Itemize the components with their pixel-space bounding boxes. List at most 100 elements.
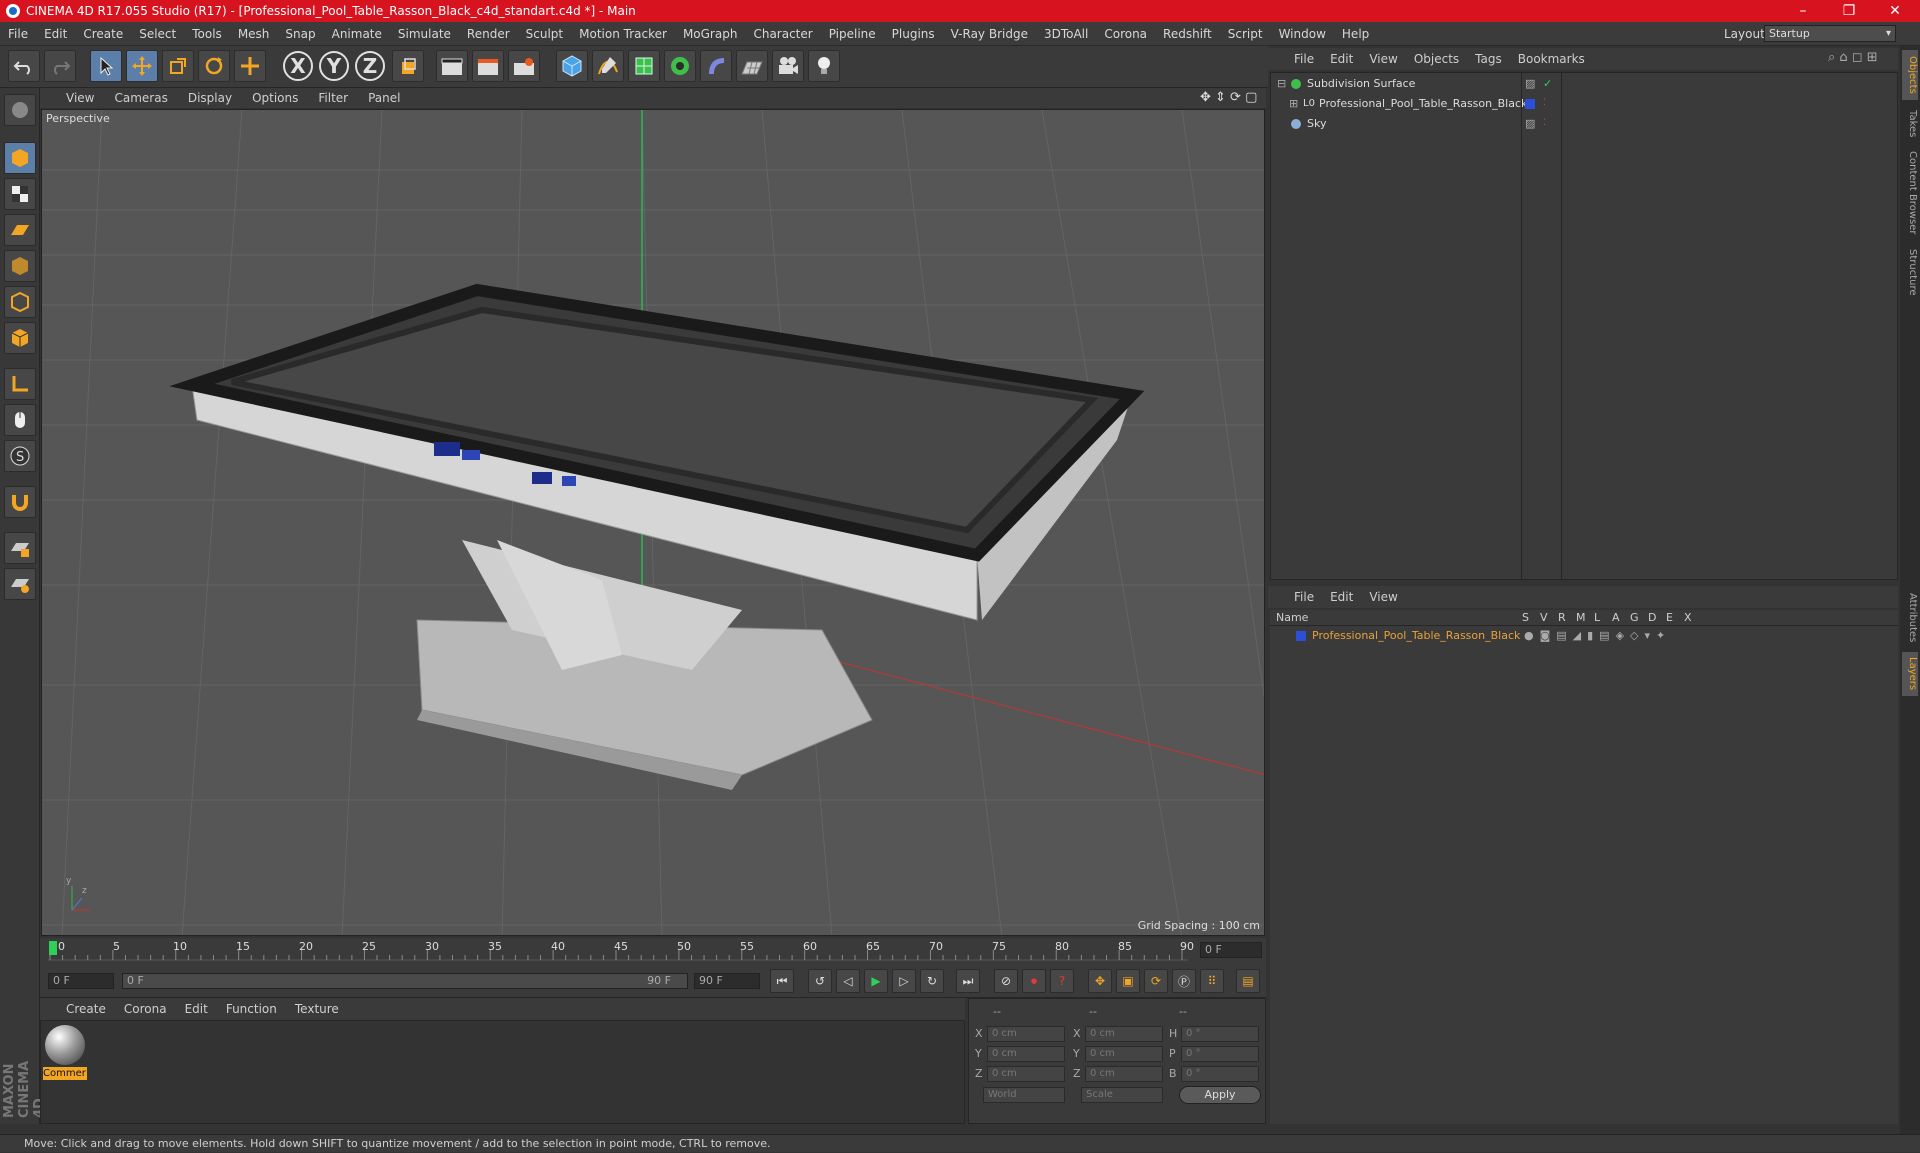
record-active-button[interactable]: ⏺	[1022, 969, 1046, 993]
menu-help[interactable]: Help	[1334, 27, 1377, 41]
cloner-button[interactable]	[664, 50, 696, 82]
menu-edit[interactable]: Edit	[36, 27, 75, 41]
lock-z-axis-button[interactable]: Z	[354, 50, 386, 82]
rotate-tool-button[interactable]	[198, 50, 230, 82]
expand-icon[interactable]: ⊞	[1289, 94, 1298, 113]
live-selection-button[interactable]	[90, 50, 122, 82]
tab-content-browser[interactable]: Content Browser	[1902, 148, 1918, 238]
layer-color-swatch[interactable]	[1525, 99, 1535, 109]
object-menu-tags[interactable]: Tags	[1467, 52, 1510, 66]
menu-file[interactable]: File	[0, 27, 36, 41]
menu-animate[interactable]: Animate	[324, 27, 390, 41]
timeline-window-button[interactable]: ▤	[1236, 969, 1260, 993]
minimize-button[interactable]: –	[1780, 0, 1826, 22]
grid-lock-button[interactable]	[4, 532, 36, 564]
tab-structure[interactable]: Structure	[1902, 242, 1918, 302]
column-animation[interactable]: A	[1612, 611, 1620, 624]
render-settings-button[interactable]	[508, 50, 540, 82]
next-frame-button[interactable]: ▷	[892, 969, 916, 993]
transform-tool-button[interactable]	[234, 50, 266, 82]
size-z-field[interactable]: 0 cm	[1085, 1066, 1163, 1082]
subdivision-surface-button[interactable]	[628, 50, 660, 82]
viewport-menu-display[interactable]: Display	[178, 91, 242, 105]
rotation-p-field[interactable]: 0 °	[1181, 1046, 1259, 1062]
previous-frame-button[interactable]: ◁	[836, 969, 860, 993]
move-tool-button[interactable]	[126, 50, 158, 82]
start-frame-field[interactable]: 0 F	[48, 973, 114, 989]
object-name[interactable]: Subdivision Surface	[1307, 74, 1415, 93]
menu-window[interactable]: Window	[1271, 27, 1334, 41]
go-to-end-button[interactable]: ⏭	[956, 969, 980, 993]
key-scale-button[interactable]: ▣	[1116, 969, 1140, 993]
column-manager[interactable]: M	[1576, 611, 1586, 624]
axis-mode-button[interactable]	[4, 368, 36, 400]
end-frame-field[interactable]: 90 F	[694, 973, 760, 989]
menu-motion-tracker[interactable]: Motion Tracker	[571, 27, 675, 41]
viewport-menu-view[interactable]: View	[40, 91, 104, 105]
light-button[interactable]	[808, 50, 840, 82]
lock-x-axis-button[interactable]: X	[282, 50, 314, 82]
tab-objects[interactable]: Objects	[1902, 50, 1918, 100]
apply-button[interactable]: Apply	[1179, 1086, 1261, 1104]
layer-slot-icon[interactable]: ▨	[1525, 74, 1535, 93]
column-generators[interactable]: G	[1630, 611, 1639, 624]
visibility-dots-icon[interactable]: ⁚	[1543, 114, 1546, 133]
menu-tools[interactable]: Tools	[184, 27, 230, 41]
snap-button[interactable]: S	[4, 440, 36, 472]
viewport-menu-panel[interactable]: Panel	[358, 91, 410, 105]
material-menu-function[interactable]: Function	[217, 1002, 286, 1016]
menu-script[interactable]: Script	[1220, 27, 1271, 41]
collapse-icon[interactable]: ⊟	[1277, 74, 1286, 93]
menu-sculpt[interactable]: Sculpt	[518, 27, 571, 41]
visibility-dots-icon[interactable]: ⁚	[1543, 94, 1546, 113]
menu-redshift[interactable]: Redshift	[1155, 27, 1220, 41]
key-parameter-button[interactable]: Ⓟ	[1172, 969, 1196, 993]
column-expressions[interactable]: E	[1666, 611, 1673, 624]
size-mode-select[interactable]: Scale	[1081, 1087, 1163, 1103]
object-menu-objects[interactable]: Objects	[1406, 52, 1467, 66]
viewport-menu-options[interactable]: Options	[242, 91, 308, 105]
current-frame-field[interactable]: 0 F	[1200, 942, 1262, 958]
object-menu-bookmarks[interactable]: Bookmarks	[1510, 52, 1593, 66]
tab-layers[interactable]: Layers	[1902, 652, 1918, 696]
column-deformers[interactable]: D	[1648, 611, 1656, 624]
lock-y-axis-button[interactable]: Y	[318, 50, 350, 82]
viewport-menu-filter[interactable]: Filter	[308, 91, 358, 105]
points-mode-button[interactable]	[4, 250, 36, 282]
menu-snap[interactable]: Snap	[277, 27, 323, 41]
layout-select[interactable]: Startup	[1764, 25, 1896, 42]
redo-button[interactable]	[44, 50, 76, 82]
workplane-mode-button[interactable]	[4, 214, 36, 246]
maximize-button[interactable]: ❐	[1826, 0, 1872, 22]
object-manager-search-icon[interactable]: ⌕ ⌂ ◻ ⊞	[1828, 50, 1878, 65]
key-position-button[interactable]: ✥	[1088, 969, 1112, 993]
layer-row[interactable]: Professional_Pool_Table_Rasson_Black ●◙▤…	[1270, 626, 1896, 645]
layer-menu-edit[interactable]: Edit	[1322, 590, 1361, 604]
edges-mode-button[interactable]	[4, 286, 36, 318]
timeline-ruler[interactable]: 0 5 10 15 20 25 30 35 40 45 50 55 60 65 …	[40, 938, 1266, 964]
close-button[interactable]: ✕	[1872, 0, 1918, 22]
render-picture-viewer-button[interactable]	[472, 50, 504, 82]
object-row-subdivision[interactable]: ⊟ Subdivision Surface ▨ ✓	[1271, 74, 1897, 93]
rotation-h-field[interactable]: 0 °	[1181, 1026, 1259, 1042]
menu-plugins[interactable]: Plugins	[884, 27, 943, 41]
material-swatch[interactable]: Commer	[43, 1025, 87, 1081]
menu-vray-bridge[interactable]: V-Ray Bridge	[943, 27, 1036, 41]
motion-record-button[interactable]: ⊘	[994, 969, 1018, 993]
menu-select[interactable]: Select	[131, 27, 184, 41]
position-y-field[interactable]: 0 cm	[987, 1046, 1065, 1062]
layer-toggle-icons[interactable]: ●◙▤◢▮▤◈◇▾✦	[1524, 626, 1671, 645]
cube-button[interactable]	[556, 50, 588, 82]
play-button[interactable]: ▶	[864, 969, 888, 993]
camera-button[interactable]	[772, 50, 804, 82]
column-view[interactable]: V	[1540, 611, 1548, 624]
layer-menu-view[interactable]: View	[1361, 590, 1405, 604]
floor-button[interactable]	[736, 50, 768, 82]
object-row-sky[interactable]: Sky ▨ ⁚	[1271, 114, 1897, 133]
tweak-mode-button[interactable]	[4, 404, 36, 436]
next-keyframe-button[interactable]: ↻	[920, 969, 944, 993]
layer-slot-icon[interactable]: ▨	[1525, 114, 1535, 133]
viewport-menu-cameras[interactable]: Cameras	[104, 91, 177, 105]
menu-character[interactable]: Character	[745, 27, 820, 41]
position-x-field[interactable]: 0 cm	[987, 1026, 1065, 1042]
